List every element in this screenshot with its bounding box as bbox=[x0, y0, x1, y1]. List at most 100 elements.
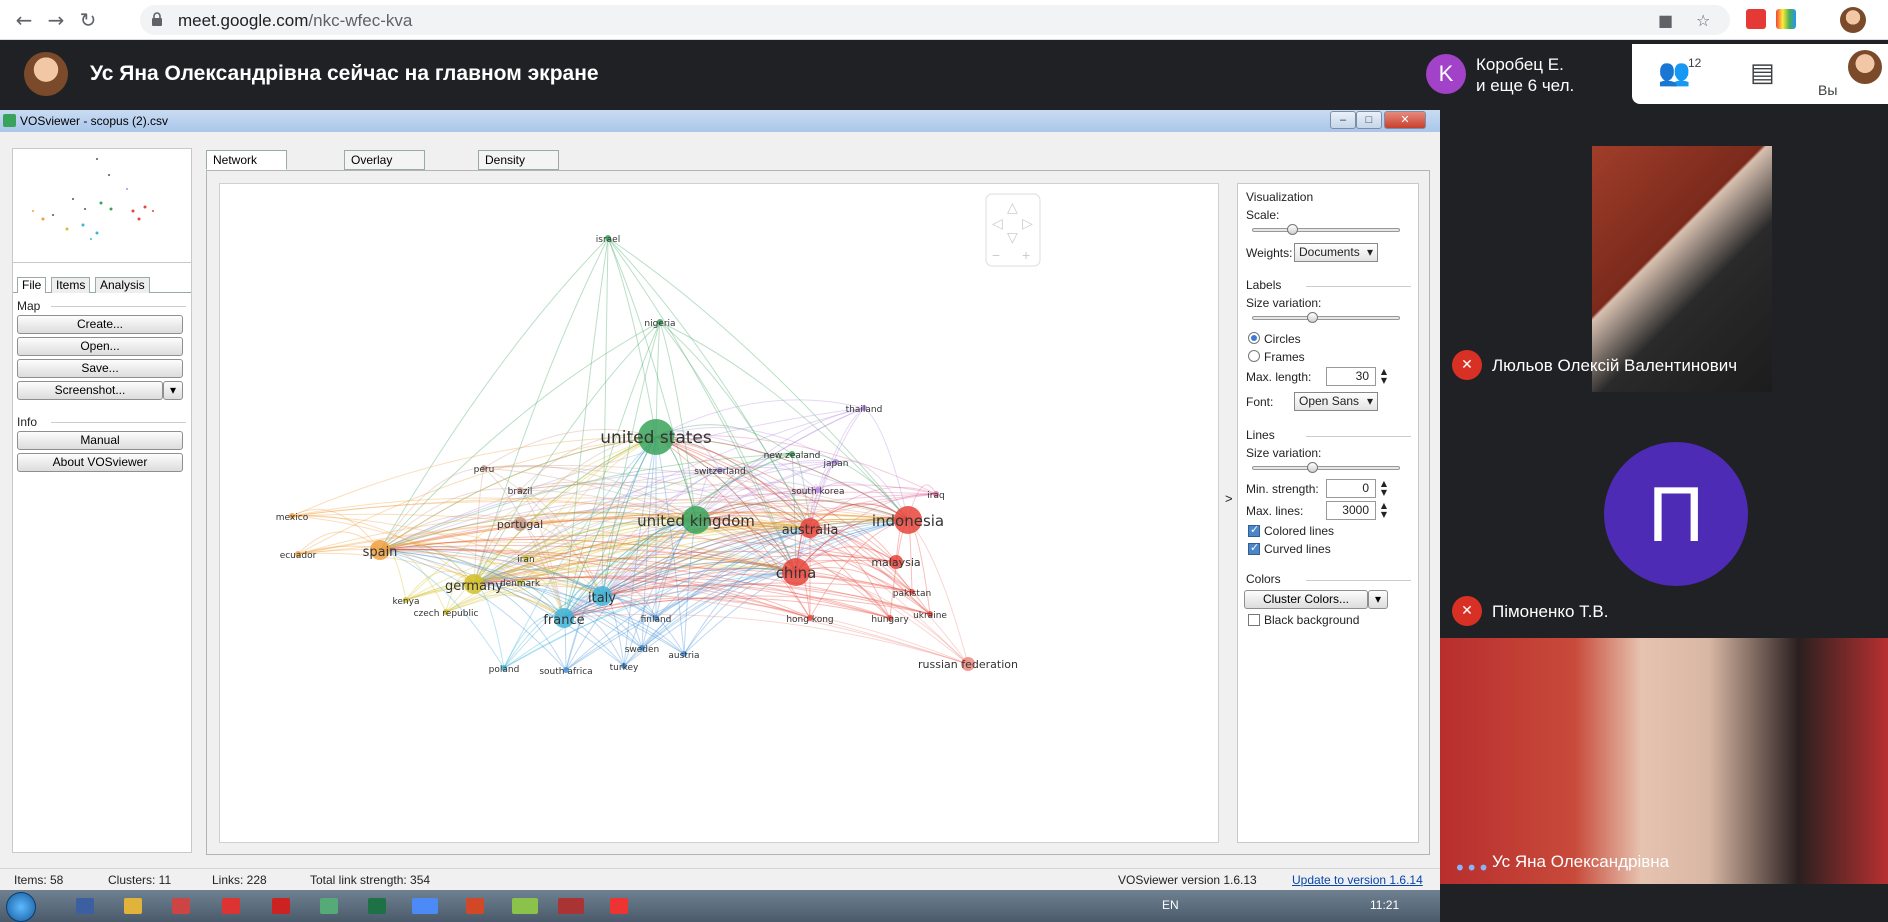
network-node-label: sweden bbox=[625, 645, 660, 655]
network-app-icon[interactable] bbox=[320, 898, 338, 914]
colored-lines-checkbox[interactable] bbox=[1248, 523, 1260, 537]
max-length-stepper-icon[interactable]: ▲ ▼ bbox=[1378, 367, 1390, 386]
cluster-colors-button[interactable]: Cluster Colors... bbox=[1244, 590, 1368, 609]
network-svg: israel nigeria united states switzerland tha… bbox=[276, 193, 1041, 677]
participants-chip[interactable]: K Коробец Е. и еще 6 чел. bbox=[1420, 48, 1630, 104]
video-tile: ✕ Люльов Олексій Валентинович bbox=[1440, 146, 1888, 392]
excel-icon[interactable] bbox=[368, 898, 386, 914]
circles-radio[interactable] bbox=[1248, 332, 1260, 344]
network-node-label: finland bbox=[641, 615, 672, 625]
network-node-label: new zealand bbox=[764, 451, 821, 461]
min-strength-stepper-icon[interactable]: ▲ ▼ bbox=[1378, 479, 1390, 498]
network-node-label: poland bbox=[489, 665, 520, 675]
open-button[interactable]: Open... bbox=[17, 337, 183, 356]
extension-color-icon[interactable] bbox=[1776, 9, 1796, 29]
tab-file[interactable]: File bbox=[17, 277, 47, 293]
url-text: meet.google.com/nkc-wfec-kva bbox=[178, 11, 412, 31]
network-node-label: france bbox=[543, 613, 584, 628]
acrobat-icon[interactable] bbox=[610, 898, 628, 914]
video-tile: ••• Ус Яна Олександрівна bbox=[1440, 638, 1888, 884]
max-length-input[interactable]: 30 bbox=[1326, 367, 1376, 386]
powerpoint-icon[interactable] bbox=[466, 898, 484, 914]
extension-icon[interactable] bbox=[1746, 9, 1766, 29]
app-icon[interactable] bbox=[172, 898, 190, 914]
network-node-label: japan bbox=[823, 459, 849, 469]
visualization-label: Visualization bbox=[1246, 190, 1314, 204]
screenshot-dropdown-icon[interactable]: ▾ bbox=[163, 381, 183, 400]
update-link[interactable]: Update to version 1.6.14 bbox=[1292, 873, 1423, 887]
lines-size-slider[interactable] bbox=[1252, 462, 1400, 473]
network-map[interactable]: israel nigeria united states switzerland tha… bbox=[219, 183, 1219, 843]
tab-overlay-visualization[interactable]: Overlay Visualization bbox=[344, 150, 426, 185]
self-avatar[interactable] bbox=[1848, 50, 1882, 84]
scale-label: Scale: bbox=[1246, 208, 1280, 222]
network-node-label: iran bbox=[517, 555, 534, 565]
network-node-label: united states bbox=[600, 428, 712, 448]
weights-select[interactable]: Documents bbox=[1294, 243, 1378, 262]
participant-names: Коробец Е. и еще 6 чел. bbox=[1476, 54, 1574, 96]
collapse-panel-icon[interactable]: > bbox=[1225, 491, 1233, 506]
zoom-navigator[interactable]: △ ▽ ◁ ▷ − + bbox=[985, 193, 1041, 267]
scale-slider[interactable] bbox=[1252, 224, 1400, 235]
close-button[interactable]: ✕ bbox=[1384, 111, 1426, 129]
profile-avatar[interactable] bbox=[1840, 7, 1866, 33]
chrome-icon[interactable] bbox=[412, 898, 438, 914]
maximize-button[interactable]: □ bbox=[1356, 111, 1382, 129]
media-icon[interactable] bbox=[558, 898, 584, 914]
chat-icon[interactable]: ▤ bbox=[1750, 58, 1775, 88]
network-node-label: thailand bbox=[846, 405, 883, 415]
save-button[interactable]: Save... bbox=[17, 359, 183, 378]
network-node-label: portugal bbox=[497, 518, 543, 531]
labels-size-slider[interactable] bbox=[1252, 312, 1400, 323]
pdf-icon[interactable] bbox=[222, 898, 240, 914]
clock[interactable]: 11:21 bbox=[1370, 898, 1399, 912]
start-button-icon[interactable] bbox=[6, 892, 36, 922]
minimize-button[interactable]: – bbox=[1330, 111, 1356, 129]
save-app-icon[interactable] bbox=[76, 898, 94, 914]
links-count: Links: 228 bbox=[212, 873, 267, 887]
language-indicator[interactable]: EN bbox=[1162, 898, 1179, 912]
svg-text:▷: ▷ bbox=[1022, 215, 1033, 231]
camera-icon[interactable]: ■ bbox=[1658, 11, 1673, 30]
network-node-label: china bbox=[776, 564, 817, 582]
download-icon[interactable] bbox=[272, 898, 290, 914]
black-background-checkbox[interactable] bbox=[1248, 614, 1260, 626]
folder-icon[interactable] bbox=[124, 898, 142, 914]
address-bar[interactable]: meet.google.com/nkc-wfec-kva ■ ☆ bbox=[140, 5, 1730, 35]
manual-button[interactable]: Manual bbox=[17, 431, 183, 450]
max-lines-label: Max. lines: bbox=[1246, 504, 1304, 518]
cluster-colors-dropdown-icon[interactable]: ▾ bbox=[1368, 590, 1388, 609]
create-button[interactable]: Create... bbox=[17, 315, 183, 334]
weights-label: Weights: bbox=[1246, 246, 1293, 260]
participant-more: и еще 6 чел. bbox=[1476, 76, 1575, 95]
tab-items[interactable]: Items bbox=[51, 277, 91, 293]
arrow-right-icon[interactable]: → bbox=[44, 8, 68, 32]
network-node-label: spain bbox=[363, 545, 398, 560]
arrow-left-icon[interactable]: ← bbox=[12, 8, 36, 32]
info-section-label: Info bbox=[17, 415, 187, 429]
max-lines-stepper-icon[interactable]: ▲ ▼ bbox=[1378, 501, 1390, 520]
min-strength-input[interactable]: 0 bbox=[1326, 479, 1376, 498]
screenshot-button[interactable]: Screenshot... bbox=[17, 381, 163, 400]
tab-analysis[interactable]: Analysis bbox=[95, 277, 150, 293]
svg-text:▽: ▽ bbox=[1007, 229, 1018, 245]
labels-size-variation-label: Size variation: bbox=[1246, 296, 1322, 310]
network-node-label: south africa bbox=[539, 667, 592, 677]
network-node-label: peru bbox=[474, 465, 495, 475]
frames-radio[interactable] bbox=[1248, 350, 1260, 362]
tab-density-visualization[interactable]: Density Visualization bbox=[478, 150, 560, 185]
tab-network-visualization[interactable]: Network Visualization bbox=[206, 150, 288, 185]
about-button[interactable]: About VOSviewer bbox=[17, 453, 183, 472]
overview-map[interactable] bbox=[13, 149, 191, 263]
vosviewer-taskbar-icon[interactable] bbox=[512, 898, 538, 914]
curved-lines-checkbox[interactable] bbox=[1248, 541, 1260, 555]
font-select[interactable]: Open Sans bbox=[1294, 392, 1378, 411]
video-tile: П ✕ Пімоненко Т.В. bbox=[1440, 392, 1888, 638]
participants-count: 12 bbox=[1688, 56, 1702, 70]
participant-name: Коробец Е. bbox=[1476, 55, 1564, 74]
max-lines-input[interactable]: 3000 bbox=[1326, 501, 1376, 520]
people-icon[interactable]: 👥 bbox=[1658, 58, 1690, 88]
reload-icon[interactable]: ↻ bbox=[76, 8, 100, 32]
star-icon[interactable]: ☆ bbox=[1696, 11, 1710, 30]
lines-section-label: Lines bbox=[1246, 428, 1410, 442]
